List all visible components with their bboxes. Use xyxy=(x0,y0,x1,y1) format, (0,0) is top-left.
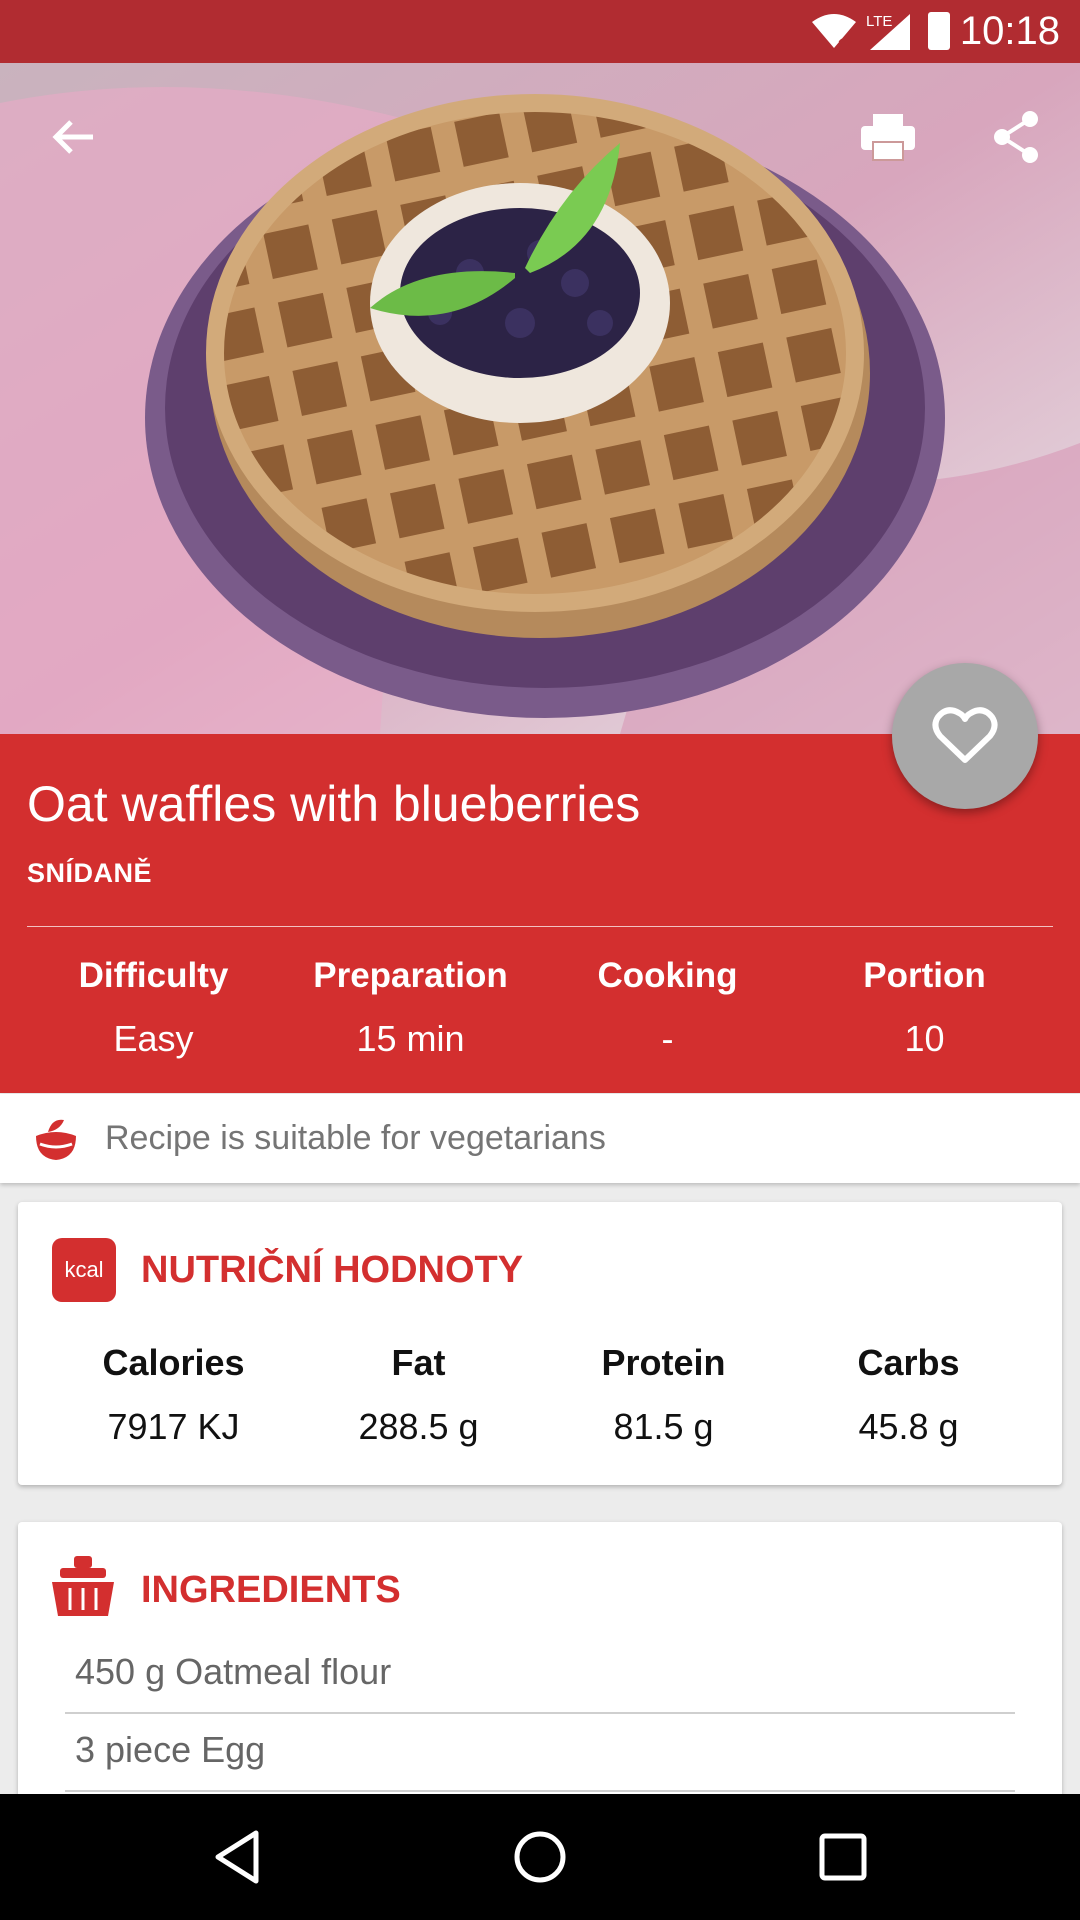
stat-portion: Portion 10 xyxy=(796,956,1053,1060)
nutrition-title: NUTRIČNÍ HODNOTY xyxy=(141,1249,524,1291)
favorite-button[interactable] xyxy=(892,663,1038,809)
recipe-photo xyxy=(0,63,1080,734)
kcal-icon: kcal xyxy=(52,1238,116,1302)
stat-label: Preparation xyxy=(313,956,508,995)
ingredient-item: 450 g Oatmeal flour xyxy=(65,1636,1015,1714)
back-triangle-icon[interactable] xyxy=(197,1822,277,1892)
recipe-category: SNÍDANĚ xyxy=(27,858,153,888)
nutrition-value: 7917 KJ xyxy=(107,1406,240,1447)
stat-label: Cooking xyxy=(597,956,738,995)
nutrition-label: Calories xyxy=(102,1342,245,1383)
back-arrow-icon[interactable] xyxy=(34,97,114,177)
header-divider xyxy=(27,926,1053,927)
stat-cooking: Cooking - xyxy=(539,956,796,1060)
recents-square-icon[interactable] xyxy=(803,1822,883,1892)
battery-icon xyxy=(928,12,950,50)
ingredients-card: INGREDIENTS 450 g Oatmeal flour 3 piece … xyxy=(18,1522,1062,1822)
home-circle-icon[interactable] xyxy=(500,1822,580,1892)
ingredient-item: 3 piece Egg xyxy=(65,1714,1015,1792)
navigation-bar xyxy=(0,1794,1080,1920)
stat-label: Portion xyxy=(863,956,986,995)
ingredients-title: INGREDIENTS xyxy=(141,1569,401,1611)
vegetarian-text: Recipe is suitable for vegetarians xyxy=(105,1119,606,1157)
heart-outline-icon xyxy=(932,707,998,763)
nutrition-value: 288.5 g xyxy=(358,1406,479,1447)
status-clock: 10:18 xyxy=(959,9,1060,53)
stat-difficulty: Difficulty Easy xyxy=(25,956,282,1060)
basket-icon xyxy=(50,1554,116,1625)
stat-value: - xyxy=(661,1018,674,1059)
nutrition-fat: Fat 288.5 g xyxy=(296,1342,541,1448)
nutrition-calories: Calories 7917 KJ xyxy=(51,1342,296,1448)
status-icons: LTE xyxy=(810,10,930,54)
status-bar: LTE 10:18 xyxy=(0,0,1080,63)
share-icon[interactable] xyxy=(976,97,1056,177)
vegetarian-bowl-icon xyxy=(30,1114,82,1169)
nutrition-card: kcal NUTRIČNÍ HODNOTY Calories 7917 KJ F… xyxy=(18,1202,1062,1485)
nutrition-value: 81.5 g xyxy=(613,1406,714,1447)
nutrition-value: 45.8 g xyxy=(858,1406,959,1447)
wifi-icon xyxy=(812,14,856,52)
stat-label: Difficulty xyxy=(78,956,229,995)
ingredient-text: 450 g Oatmeal flour xyxy=(75,1651,392,1692)
print-icon[interactable] xyxy=(848,97,928,177)
nutrition-label: Carbs xyxy=(857,1342,960,1383)
stat-value: 10 xyxy=(904,1018,945,1059)
stat-value: 15 min xyxy=(356,1018,465,1059)
vegetarian-notice: Recipe is suitable for vegetarians xyxy=(0,1094,1080,1183)
nutrition-carbs: Carbs 45.8 g xyxy=(786,1342,1031,1448)
stat-value: Easy xyxy=(113,1018,194,1059)
stat-preparation: Preparation 15 min xyxy=(282,956,539,1060)
nutrition-label: Fat xyxy=(391,1342,446,1383)
recipe-title: Oat waffles with blueberries xyxy=(27,776,641,832)
ingredient-text: 3 piece Egg xyxy=(75,1729,266,1770)
nutrition-label: Protein xyxy=(601,1342,726,1383)
nutrition-protein: Protein 81.5 g xyxy=(541,1342,786,1448)
network-type-label: LTE xyxy=(866,13,892,30)
